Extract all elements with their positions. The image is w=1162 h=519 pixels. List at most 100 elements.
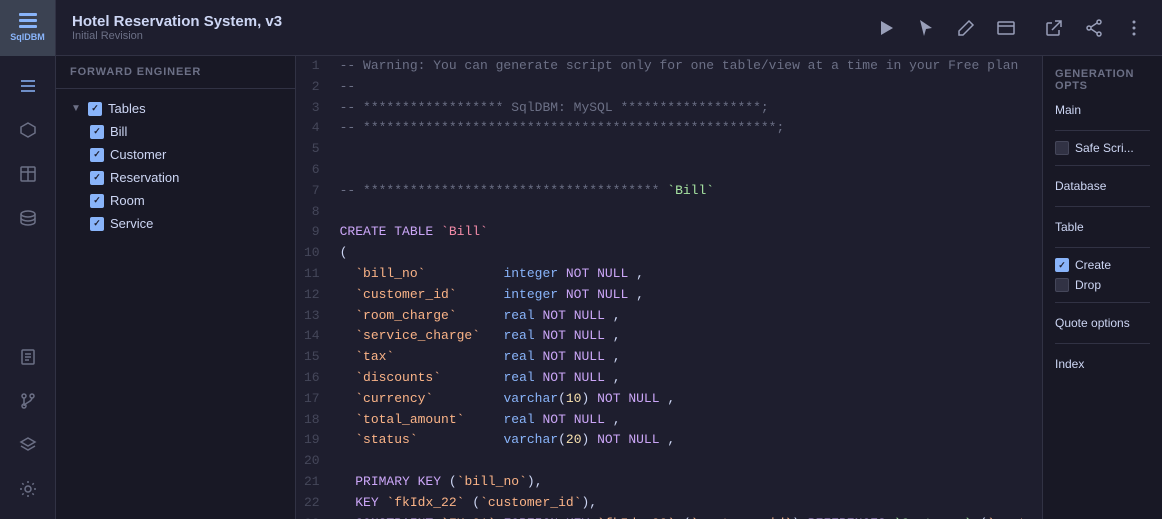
line-num-18: 18 <box>296 410 332 431</box>
opts-database[interactable]: Database <box>1055 176 1150 196</box>
room-checkbox[interactable] <box>90 194 104 208</box>
line-code-18: `total_amount` real NOT NULL , <box>332 410 1042 431</box>
fe-item-service[interactable]: Service <box>56 212 295 235</box>
line-code-5 <box>332 139 1042 160</box>
sidebar-settings-button[interactable] <box>10 471 46 507</box>
line-code-3: -- ****************** SqlDBM: MySQL ****… <box>332 98 1042 119</box>
share-button[interactable] <box>1078 12 1110 44</box>
line-num-14: 14 <box>296 326 332 347</box>
code-line-15: 15 `tax` real NOT NULL , <box>296 347 1042 368</box>
code-line-12: 12 `customer_id` integer NOT NULL , <box>296 285 1042 306</box>
preview-button[interactable] <box>990 12 1022 44</box>
line-num-13: 13 <box>296 306 332 327</box>
line-num-21: 21 <box>296 472 332 493</box>
line-num-9: 9 <box>296 222 332 243</box>
line-num-8: 8 <box>296 202 332 223</box>
fe-item-room[interactable]: Room <box>56 189 295 212</box>
line-num-1: 1 <box>296 56 332 77</box>
tables-label: Tables <box>108 101 146 116</box>
service-checkbox[interactable] <box>90 217 104 231</box>
line-code-20 <box>332 451 1042 472</box>
line-num-16: 16 <box>296 368 332 389</box>
reservation-label: Reservation <box>110 170 179 185</box>
line-num-12: 12 <box>296 285 332 306</box>
sidebar-database-button[interactable] <box>10 200 46 236</box>
code-line-3: 3 -- ****************** SqlDBM: MySQL **… <box>296 98 1042 119</box>
code-line-10: 10 ( <box>296 243 1042 264</box>
line-code-15: `tax` real NOT NULL , <box>332 347 1042 368</box>
sidebar-docs-button[interactable] <box>10 339 46 375</box>
line-code-9: CREATE TABLE `Bill` <box>332 222 1042 243</box>
main-layout: FORWARD ENGINEER ▼ Tables Bill Customer <box>0 56 1162 519</box>
opts-quote[interactable]: Quote options <box>1055 313 1150 333</box>
line-code-8 <box>332 202 1042 223</box>
line-code-4: -- *************************************… <box>332 118 1042 139</box>
sidebar-tables-button[interactable] <box>10 156 46 192</box>
sidebar-git-button[interactable] <box>10 383 46 419</box>
code-line-6: 6 <box>296 160 1042 181</box>
fe-header: FORWARD ENGINEER <box>56 56 295 89</box>
opts-index[interactable]: Index <box>1055 354 1150 374</box>
opts-table[interactable]: Table <box>1055 217 1150 237</box>
opts-safe-scri[interactable]: Safe Scri... <box>1055 141 1150 155</box>
line-code-22: KEY `fkIdx_22` (`customer_id`), <box>332 493 1042 514</box>
line-code-17: `currency` varchar(10) NOT NULL , <box>332 389 1042 410</box>
tables-checkbox[interactable] <box>88 102 102 116</box>
opts-panel: GENERATION OPTS Main Safe Scri... Databa… <box>1042 56 1162 519</box>
logo-text: SqlDBM <box>10 32 45 42</box>
line-code-6 <box>332 160 1042 181</box>
opts-divider-2 <box>1055 165 1150 166</box>
opts-divider-1 <box>1055 130 1150 131</box>
sidebar-layers-button[interactable] <box>10 427 46 463</box>
code-line-1: 1 -- Warning: You can generate script on… <box>296 56 1042 77</box>
line-num-2: 2 <box>296 77 332 98</box>
bill-label: Bill <box>110 124 127 139</box>
logo-menu-icon <box>19 13 37 28</box>
topbar-actions <box>858 12 1162 44</box>
play-button[interactable] <box>870 12 902 44</box>
drop-label: Drop <box>1075 278 1101 292</box>
create-checkbox[interactable] <box>1055 258 1069 272</box>
line-num-23: 23 <box>296 514 332 519</box>
app-title-area: Hotel Reservation System, v3 Initial Rev… <box>56 13 858 42</box>
sidebar-menu-button[interactable] <box>10 68 46 104</box>
fe-item-customer[interactable]: Customer <box>56 143 295 166</box>
edit-button[interactable] <box>950 12 982 44</box>
opts-drop[interactable]: Drop <box>1055 278 1150 292</box>
line-num-19: 19 <box>296 430 332 451</box>
app-subtitle: Initial Revision <box>72 30 842 42</box>
line-code-1: -- Warning: You can generate script only… <box>332 56 1042 77</box>
external-link-button[interactable] <box>1038 12 1070 44</box>
line-code-21: PRIMARY KEY (`bill_no`), <box>332 472 1042 493</box>
safe-scri-label: Safe Scri... <box>1075 141 1134 155</box>
sidebar-schema-button[interactable] <box>10 112 46 148</box>
cursor-button[interactable] <box>910 12 942 44</box>
drop-checkbox[interactable] <box>1055 278 1069 292</box>
app-name: Hotel Reservation System, v3 <box>72 13 842 30</box>
customer-checkbox[interactable] <box>90 148 104 162</box>
bill-checkbox[interactable] <box>90 125 104 139</box>
reservation-checkbox[interactable] <box>90 171 104 185</box>
room-label: Room <box>110 193 145 208</box>
code-line-14: 14 `service_charge` real NOT NULL , <box>296 326 1042 347</box>
code-line-2: 2 -- <box>296 77 1042 98</box>
opts-create[interactable]: Create <box>1055 258 1150 272</box>
code-editor[interactable]: 1 -- Warning: You can generate script on… <box>296 56 1042 519</box>
line-num-17: 17 <box>296 389 332 410</box>
code-table: 1 -- Warning: You can generate script on… <box>296 56 1042 519</box>
safe-scri-checkbox[interactable] <box>1055 141 1069 155</box>
fe-tables-group-header[interactable]: ▼ Tables <box>56 97 295 120</box>
more-button[interactable] <box>1118 12 1150 44</box>
code-line-18: 18 `total_amount` real NOT NULL , <box>296 410 1042 431</box>
line-code-7: -- *************************************… <box>332 181 1042 202</box>
line-num-15: 15 <box>296 347 332 368</box>
fe-item-reservation[interactable]: Reservation <box>56 166 295 189</box>
code-line-21: 21 PRIMARY KEY (`bill_no`), <box>296 472 1042 493</box>
code-line-8: 8 <box>296 202 1042 223</box>
fe-tables-group: ▼ Tables Bill Customer Reservation <box>56 97 295 235</box>
opts-main[interactable]: Main <box>1055 100 1150 120</box>
app-logo: SqlDBM <box>0 0 56 56</box>
line-num-11: 11 <box>296 264 332 285</box>
fe-item-bill[interactable]: Bill <box>56 120 295 143</box>
opts-divider-4 <box>1055 247 1150 248</box>
